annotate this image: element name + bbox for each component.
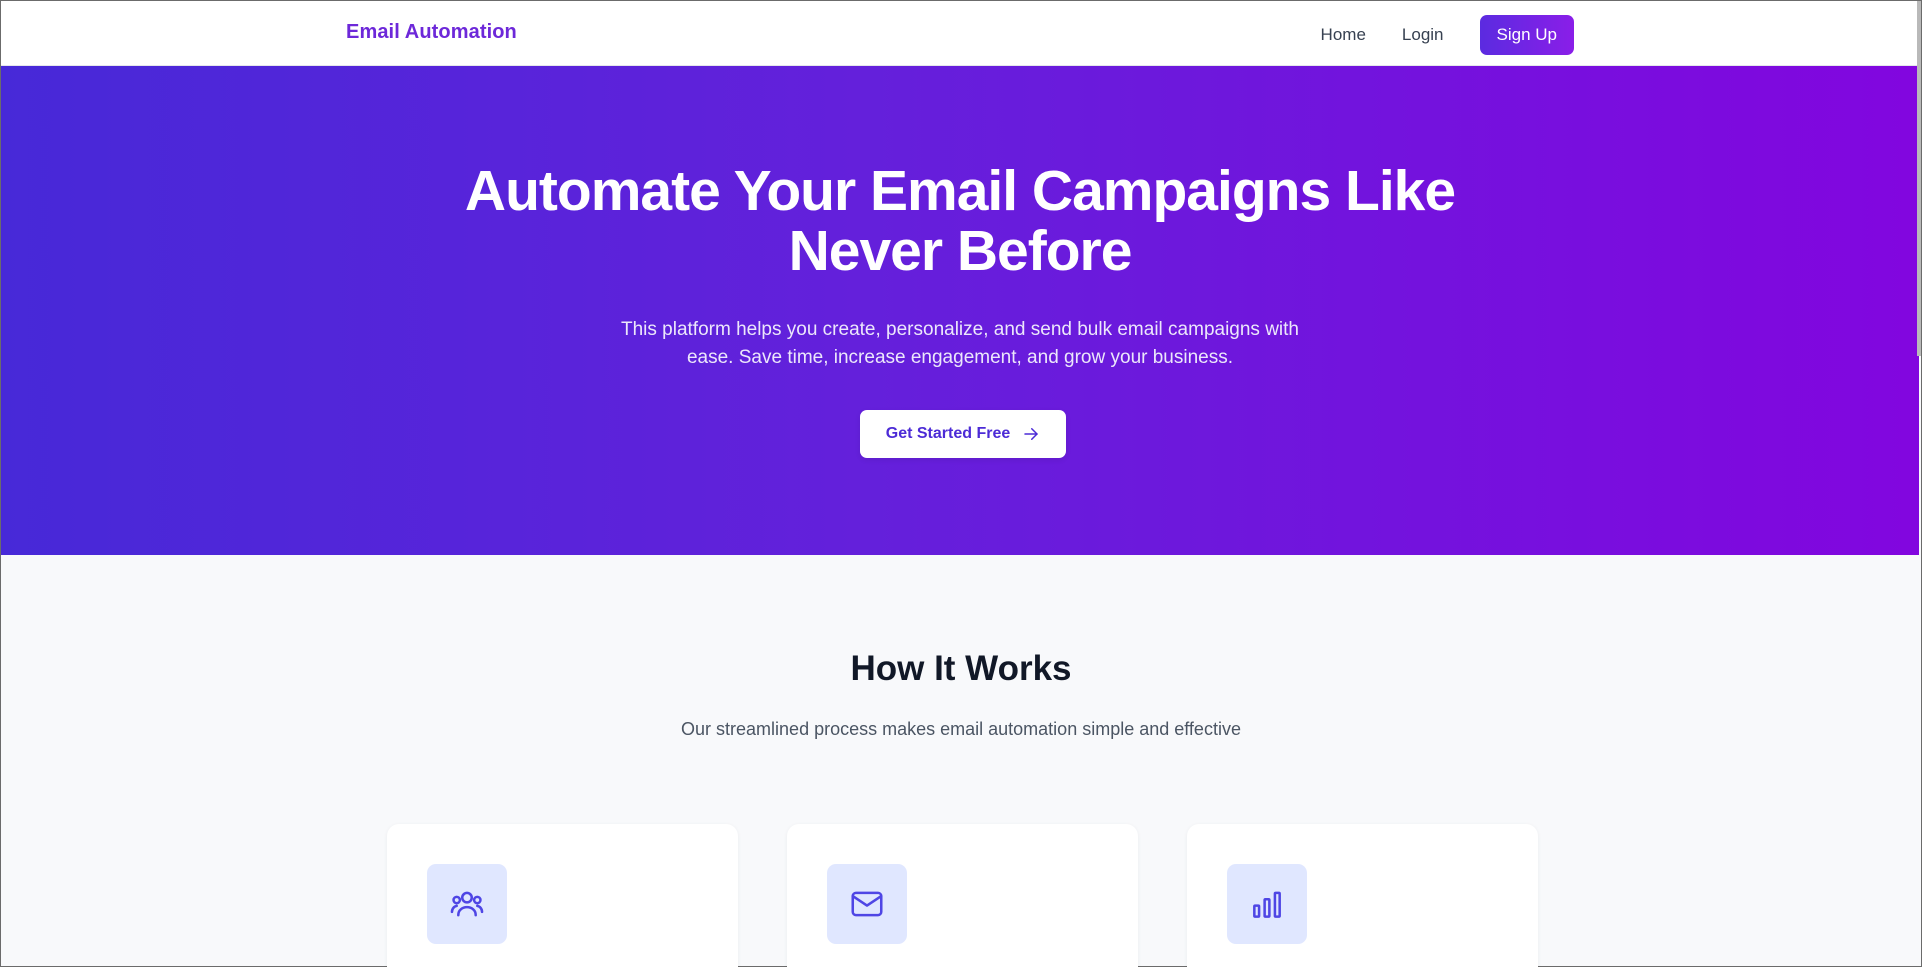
hero-subtitle-line2: ease. Save time, increase engagement, an… [686,347,1234,368]
nav-home-link[interactable]: Home [1321,16,1366,54]
users-icon [427,864,507,944]
feature-card-email [787,824,1138,967]
arrow-right-icon [1022,425,1040,443]
hero-subtitle: This platform helps you create, personal… [560,316,1360,372]
bar-chart-icon [1227,864,1307,944]
hero-subtitle-line1: This platform helps you create, personal… [620,319,1300,340]
nav-links: Home Login Sign Up [1321,15,1574,55]
get-started-label: Get Started Free [885,425,1011,442]
hero-title: Automate Your Email Campaigns Like Never… [410,161,1510,281]
get-started-button[interactable]: Get Started Free [860,410,1066,458]
navbar: Email Automation Home Login Sign Up [1,1,1919,66]
hero-section: Automate Your Email Campaigns Like Never… [1,66,1919,555]
brand-logo[interactable]: Email Automation [346,21,517,44]
how-it-works-title: How It Works [850,649,1072,688]
how-it-works-subtitle: Our streamlined process makes email auto… [681,719,1241,739]
hero-title-line2: Never Before [788,219,1133,283]
hero-title-line1: Automate Your Email Campaigns Like [464,159,1456,223]
feature-card-audience [387,824,738,967]
signup-button[interactable]: Sign Up [1479,15,1574,55]
feature-card-analytics [1187,824,1538,967]
nav-login-link[interactable]: Login [1402,16,1444,54]
scrollbar[interactable] [1917,1,1921,356]
mail-icon [827,864,907,944]
